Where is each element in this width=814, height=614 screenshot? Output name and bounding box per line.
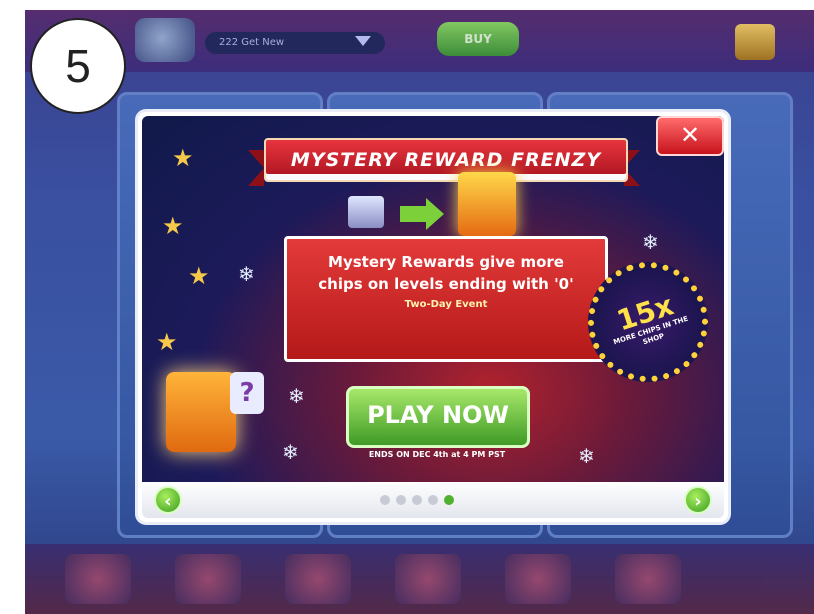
page-dot[interactable] bbox=[380, 495, 390, 505]
promo-end-date: ENDS ON DEC 4th at 4 PM PST bbox=[368, 450, 506, 459]
promo-message: Mystery Rewards give more chips on level… bbox=[318, 253, 574, 293]
prev-page-button[interactable]: ‹ bbox=[154, 486, 182, 514]
promo-sub-message: Two-Day Event bbox=[404, 299, 488, 310]
small-gift-icon bbox=[348, 196, 384, 228]
arrow-icon bbox=[400, 206, 428, 222]
dropdown-chevron-icon bbox=[355, 36, 371, 46]
snowflake-icon: ❄ bbox=[642, 230, 659, 254]
page-dot[interactable] bbox=[396, 495, 406, 505]
promo-message-card: Mystery Rewards give more chips on level… bbox=[284, 236, 608, 362]
page-indicator bbox=[380, 495, 454, 505]
arrow-head-icon bbox=[426, 198, 444, 230]
mystery-tag-icon: ? bbox=[230, 372, 264, 414]
bottom-item bbox=[615, 554, 681, 604]
star-icon: ★ bbox=[156, 328, 178, 356]
bottom-bar bbox=[25, 544, 814, 614]
page-dot-active[interactable] bbox=[444, 495, 454, 505]
page-dot[interactable] bbox=[428, 495, 438, 505]
bottom-item bbox=[175, 554, 241, 604]
promo-title-banner: MYSTERY REWARD FRENZY bbox=[264, 138, 628, 182]
star-icon: ★ bbox=[162, 212, 184, 240]
buy-chips-button: BUY bbox=[437, 22, 519, 56]
close-icon[interactable]: ✕ bbox=[656, 116, 724, 156]
modal-footer: ‹ › bbox=[142, 482, 724, 518]
bottom-item bbox=[395, 554, 461, 604]
snowflake-icon: ❄ bbox=[288, 384, 305, 408]
player-avatar bbox=[135, 18, 195, 62]
banner-tail-left bbox=[248, 150, 264, 186]
promo-artwork: ★ ★ ★ ★ ❄ ❄ ❄ ❄ ❄ MYSTERY REWARD FRENZY … bbox=[142, 116, 724, 482]
play-now-button[interactable]: PLAY NOW bbox=[346, 386, 530, 448]
next-page-button[interactable]: › bbox=[684, 486, 712, 514]
star-icon: ★ bbox=[188, 262, 210, 290]
page-dot[interactable] bbox=[412, 495, 422, 505]
bottom-item bbox=[65, 554, 131, 604]
snowflake-icon: ❄ bbox=[282, 440, 299, 464]
bottom-item bbox=[285, 554, 351, 604]
gift-box-icon bbox=[166, 372, 236, 452]
step-number-badge: 5 bbox=[30, 18, 126, 114]
gift-icon bbox=[735, 24, 775, 60]
star-icon: ★ bbox=[172, 144, 194, 172]
snowflake-icon: ❄ bbox=[578, 444, 595, 468]
large-gift-icon bbox=[458, 172, 516, 236]
bottom-item bbox=[505, 554, 571, 604]
snowflake-icon: ❄ bbox=[238, 262, 255, 286]
top-bar: 222 Get New BUY bbox=[25, 10, 814, 72]
promo-modal: ★ ★ ★ ★ ❄ ❄ ❄ ❄ ❄ MYSTERY REWARD FRENZY … bbox=[138, 112, 728, 522]
